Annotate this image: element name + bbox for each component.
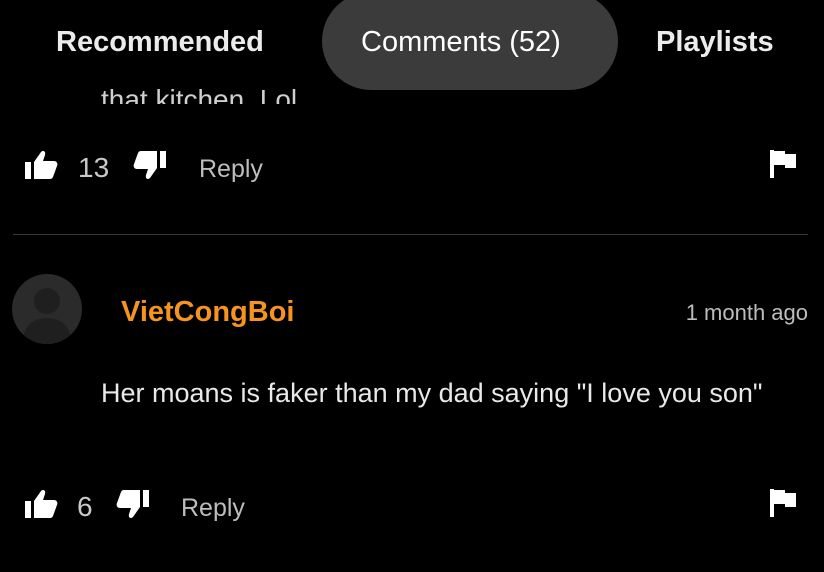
tab-comments-label: Comments (52)	[361, 26, 561, 58]
comments-page: Recommended Comments (52) Playlists that…	[0, 0, 824, 572]
like-count: 6	[77, 491, 93, 522]
tab-playlists[interactable]: Playlists	[656, 28, 774, 57]
tab-comments[interactable]: Comments (52)	[322, 0, 618, 90]
comment-username[interactable]: VietCongBoi	[121, 298, 294, 327]
previous-comment-text: that kitchen. Lol	[101, 82, 401, 105]
reply-button[interactable]: Reply	[181, 496, 245, 521]
default-avatar-icon	[22, 288, 72, 344]
previous-comment-text-content: that kitchen. Lol	[101, 84, 298, 105]
thumbs-up-icon[interactable]	[24, 489, 58, 519]
thumbs-down-icon[interactable]	[133, 150, 167, 180]
like-count: 13	[78, 152, 110, 183]
comment-actions: 6 Reply	[0, 487, 824, 527]
tab-recommended[interactable]: Recommended	[56, 28, 264, 57]
thumbs-up-icon[interactable]	[24, 150, 58, 180]
flag-icon[interactable]	[769, 488, 797, 518]
comment-text: Her moans is faker than my dad saying "I…	[101, 378, 763, 408]
comment-timestamp: 1 month ago	[685, 300, 808, 325]
avatar[interactable]	[12, 274, 82, 344]
flag-icon[interactable]	[769, 149, 797, 179]
reply-button[interactable]: Reply	[199, 157, 263, 182]
previous-comment-actions: 13 Reply	[0, 148, 824, 188]
tab-bar: Recommended Comments (52) Playlists	[0, 0, 824, 95]
comment-divider	[13, 234, 808, 235]
thumbs-down-icon[interactable]	[116, 489, 150, 519]
